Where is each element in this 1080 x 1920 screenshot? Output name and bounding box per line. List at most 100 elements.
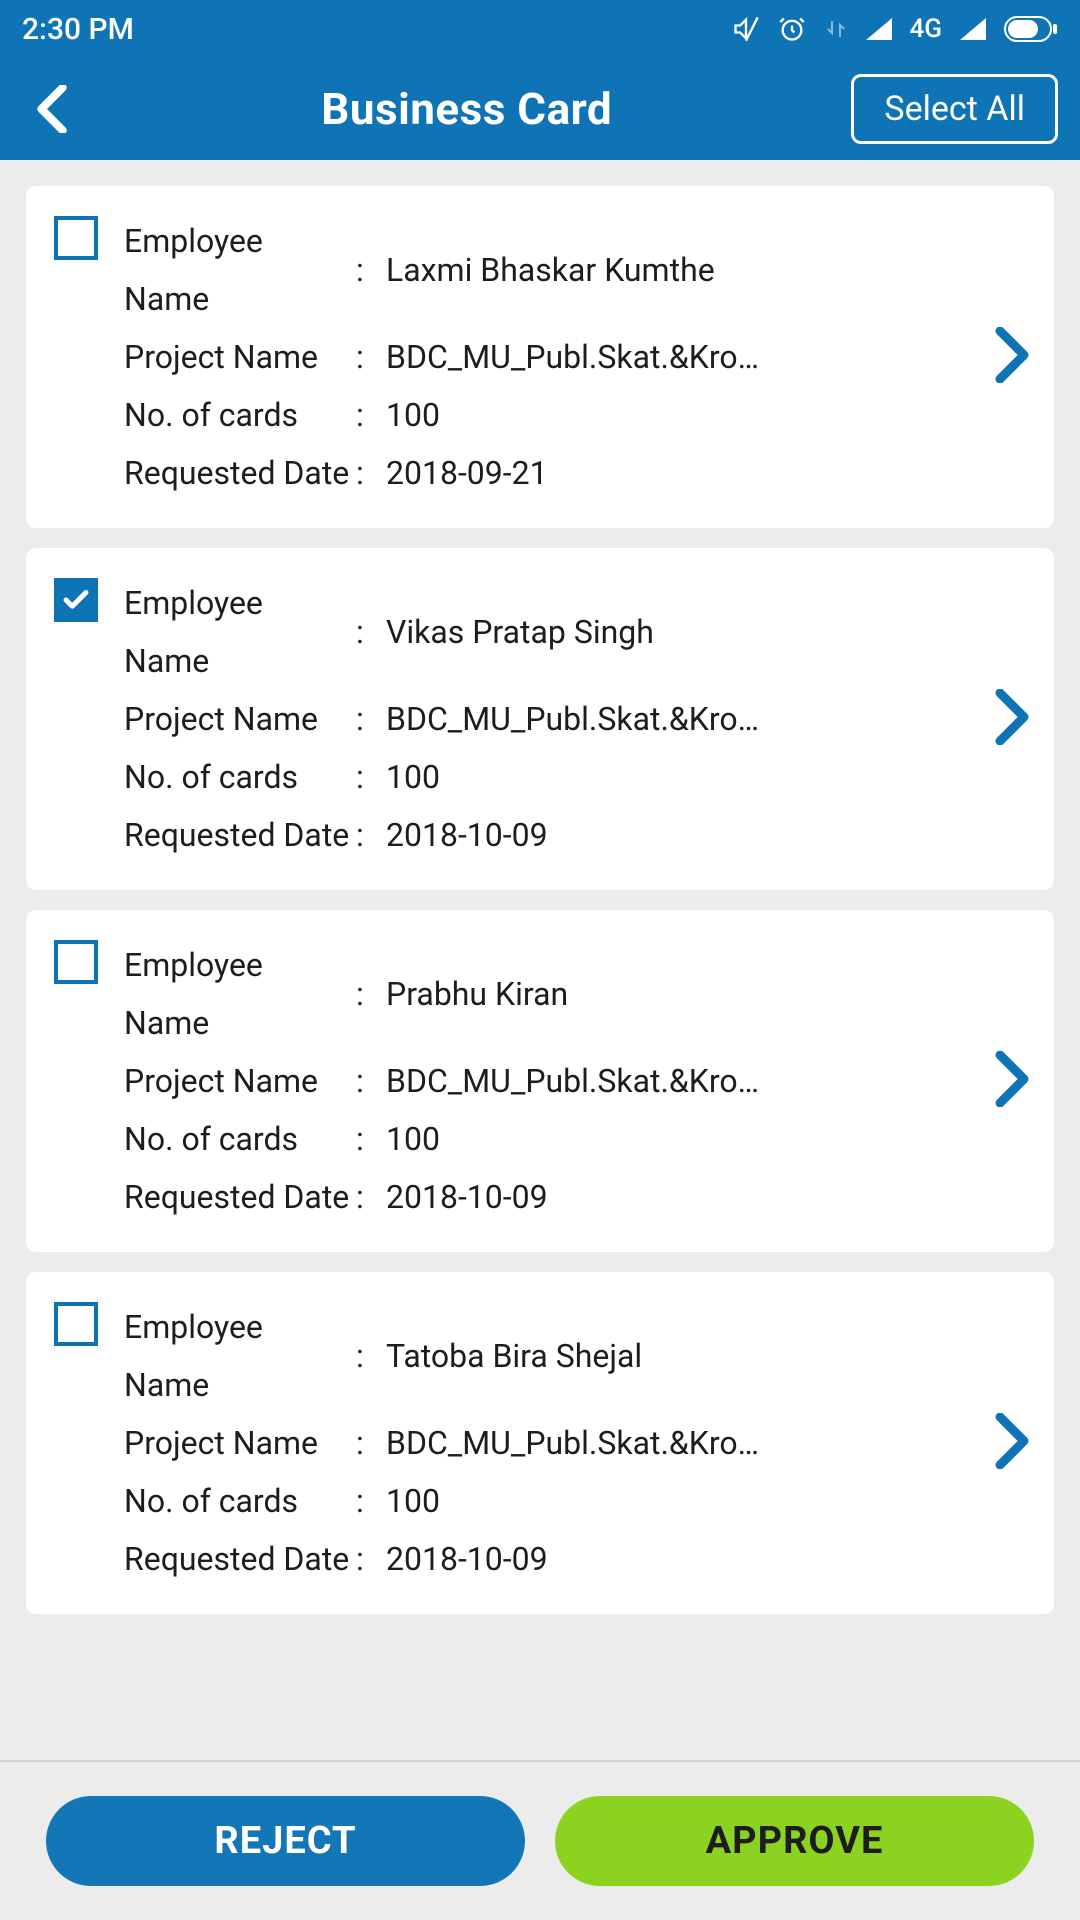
network-label: 4G — [910, 14, 943, 44]
value-cards: 100 — [386, 1110, 986, 1168]
colon: : — [356, 386, 386, 444]
chevron-right-icon — [994, 689, 1030, 745]
colon: : — [356, 603, 386, 661]
signal-icon — [866, 18, 892, 40]
field-row: Employee Name:Prabhu Kiran — [124, 936, 986, 1052]
field-row: No. of cards:100 — [124, 1110, 986, 1168]
field-row: Project Name:BDC_MU_Publ.Skat.&Kro… — [124, 328, 986, 386]
value-date: 2018-09-21 — [386, 444, 986, 502]
label-employee: Employee Name — [124, 212, 356, 328]
request-card[interactable]: Employee Name:Laxmi Bhaskar KumtheProjec… — [26, 186, 1054, 528]
details-button[interactable] — [994, 689, 1034, 749]
value-employee: Laxmi Bhaskar Kumthe — [386, 241, 986, 299]
request-list: Employee Name:Laxmi Bhaskar KumtheProjec… — [0, 160, 1080, 1760]
mute-icon — [732, 15, 760, 43]
field-row: Project Name:BDC_MU_Publ.Skat.&Kro… — [124, 1414, 986, 1472]
field-row: Employee Name:Tatoba Bira Shejal — [124, 1298, 986, 1414]
value-project: BDC_MU_Publ.Skat.&Kro… — [386, 1052, 986, 1110]
label-cards: No. of cards — [124, 386, 356, 444]
colon: : — [356, 328, 386, 386]
page-title: Business Card — [82, 83, 851, 135]
field-row: Requested Date:2018-10-09 — [124, 806, 986, 864]
card-fields: Employee Name:Prabhu KiranProject Name:B… — [124, 936, 986, 1226]
colon: : — [356, 1472, 386, 1530]
value-date: 2018-10-09 — [386, 1530, 986, 1588]
select-checkbox[interactable] — [54, 216, 98, 260]
request-card[interactable]: Employee Name:Tatoba Bira ShejalProject … — [26, 1272, 1054, 1614]
label-cards: No. of cards — [124, 748, 356, 806]
label-project: Project Name — [124, 690, 356, 748]
value-cards: 100 — [386, 1472, 986, 1530]
field-row: Requested Date:2018-10-09 — [124, 1168, 986, 1226]
colon: : — [356, 806, 386, 864]
colon: : — [356, 1110, 386, 1168]
check-icon — [61, 585, 91, 615]
select-all-button[interactable]: Select All — [851, 74, 1058, 144]
details-button[interactable] — [994, 1051, 1034, 1111]
select-checkbox[interactable] — [54, 1302, 98, 1346]
value-project: BDC_MU_Publ.Skat.&Kro… — [386, 328, 986, 386]
approve-button[interactable]: APPROVE — [555, 1796, 1034, 1886]
card-fields: Employee Name:Vikas Pratap SinghProject … — [124, 574, 986, 864]
card-fields: Employee Name:Tatoba Bira ShejalProject … — [124, 1298, 986, 1588]
field-row: Project Name:BDC_MU_Publ.Skat.&Kro… — [124, 1052, 986, 1110]
colon: : — [356, 444, 386, 502]
field-row: No. of cards:100 — [124, 748, 986, 806]
bottom-action-bar: REJECT APPROVE — [0, 1760, 1080, 1920]
value-employee: Vikas Pratap Singh — [386, 603, 986, 661]
details-button[interactable] — [994, 327, 1034, 387]
value-project: BDC_MU_Publ.Skat.&Kro… — [386, 1414, 986, 1472]
app-header: Business Card Select All — [0, 58, 1080, 160]
field-row: Employee Name:Laxmi Bhaskar Kumthe — [124, 212, 986, 328]
label-date: Requested Date — [124, 806, 356, 864]
select-checkbox[interactable] — [54, 940, 98, 984]
colon: : — [356, 1327, 386, 1385]
colon: : — [356, 241, 386, 299]
value-cards: 100 — [386, 748, 986, 806]
status-time: 2:30 PM — [22, 12, 134, 47]
label-employee: Employee Name — [124, 936, 356, 1052]
back-button[interactable] — [22, 79, 82, 139]
field-row: Employee Name:Vikas Pratap Singh — [124, 574, 986, 690]
colon: : — [356, 1052, 386, 1110]
label-cards: No. of cards — [124, 1110, 356, 1168]
data-arrows-icon — [824, 16, 848, 42]
details-button[interactable] — [994, 1413, 1034, 1473]
request-card[interactable]: Employee Name:Prabhu KiranProject Name:B… — [26, 910, 1054, 1252]
field-row: Requested Date:2018-09-21 — [124, 444, 986, 502]
value-cards: 100 — [386, 386, 986, 444]
request-card[interactable]: Employee Name:Vikas Pratap SinghProject … — [26, 548, 1054, 890]
alarm-icon — [778, 15, 806, 43]
label-date: Requested Date — [124, 1168, 356, 1226]
label-cards: No. of cards — [124, 1472, 356, 1530]
value-project: BDC_MU_Publ.Skat.&Kro… — [386, 690, 986, 748]
colon: : — [356, 690, 386, 748]
label-date: Requested Date — [124, 1530, 356, 1588]
signal-icon-2 — [960, 18, 986, 40]
label-date: Requested Date — [124, 444, 356, 502]
label-employee: Employee Name — [124, 1298, 356, 1414]
battery-icon — [1004, 16, 1058, 42]
chevron-left-icon — [35, 85, 69, 133]
field-row: Requested Date:2018-10-09 — [124, 1530, 986, 1588]
value-employee: Prabhu Kiran — [386, 965, 986, 1023]
field-row: No. of cards:100 — [124, 1472, 986, 1530]
label-project: Project Name — [124, 1052, 356, 1110]
chevron-right-icon — [994, 327, 1030, 383]
value-date: 2018-10-09 — [386, 806, 986, 864]
value-date: 2018-10-09 — [386, 1168, 986, 1226]
chevron-right-icon — [994, 1051, 1030, 1107]
label-project: Project Name — [124, 1414, 356, 1472]
card-fields: Employee Name:Laxmi Bhaskar KumtheProjec… — [124, 212, 986, 502]
colon: : — [356, 965, 386, 1023]
colon: : — [356, 1414, 386, 1472]
colon: : — [356, 1530, 386, 1588]
colon: : — [356, 1168, 386, 1226]
field-row: No. of cards:100 — [124, 386, 986, 444]
chevron-right-icon — [994, 1413, 1030, 1469]
colon: : — [356, 748, 386, 806]
android-status-bar: 2:30 PM 4G — [0, 0, 1080, 58]
reject-button[interactable]: REJECT — [46, 1796, 525, 1886]
select-checkbox[interactable] — [54, 578, 98, 622]
field-row: Project Name:BDC_MU_Publ.Skat.&Kro… — [124, 690, 986, 748]
